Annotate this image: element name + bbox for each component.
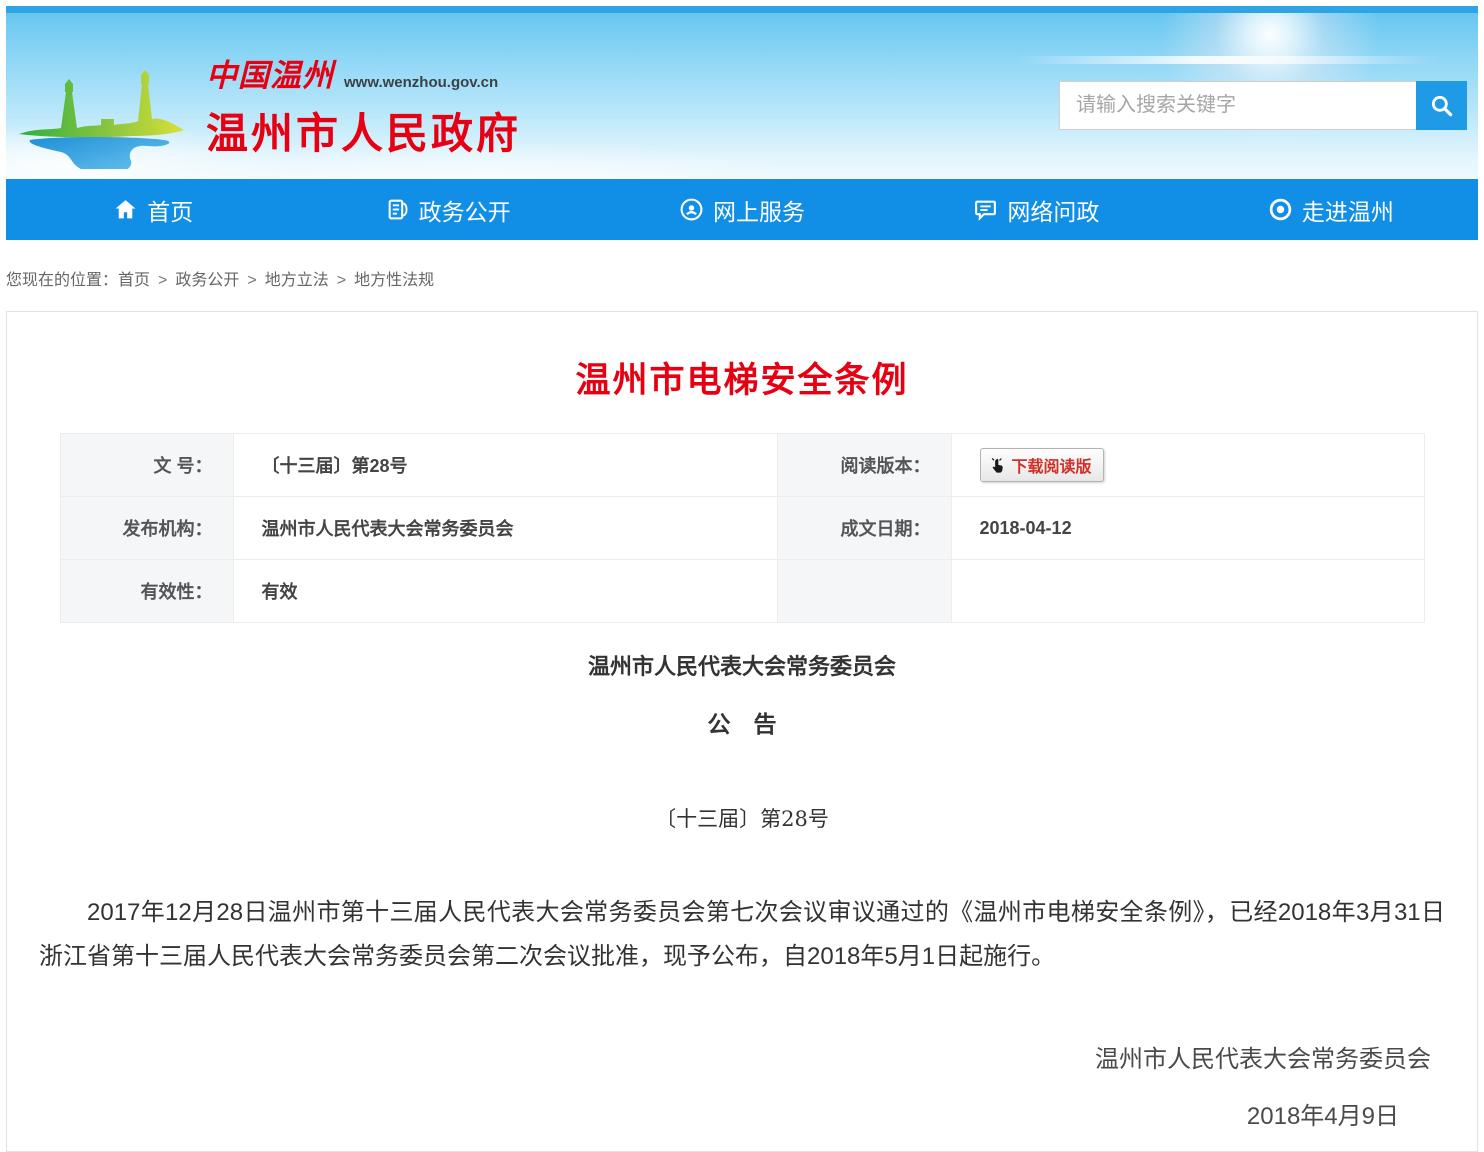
site-title: 温州市人民政府: [206, 100, 521, 161]
table-row: 文 号： 〔十三届〕第28号 阅读版本： 下载阅读版: [60, 434, 1424, 497]
breadcrumb-separator: >: [158, 272, 167, 289]
site-url: www.wenzhou.gov.cn: [344, 74, 498, 95]
document-icon: [385, 197, 410, 222]
breadcrumb-prefix: 您现在的位置：: [6, 272, 118, 289]
breadcrumb: 您现在的位置：首页 > 政务公开 > 地方立法 > 地方性法规: [6, 266, 1478, 290]
read-version-cell: 下载阅读版: [951, 434, 1424, 497]
read-version-label: 阅读版本：: [777, 434, 951, 497]
home-icon: [113, 197, 138, 222]
nav-item-online-service[interactable]: 网上服务: [595, 179, 889, 240]
nav-item-gov-info[interactable]: 政务公开: [300, 179, 594, 240]
wenzhou-landmark-logo-icon: [14, 34, 189, 169]
article-panel: 温州市电梯安全条例 文 号： 〔十三届〕第28号 阅读版本： 下载阅读版: [6, 311, 1478, 1152]
nav-label: 首页: [147, 193, 193, 227]
issue-date-label: 成文日期：: [777, 497, 951, 560]
hand-click-icon: [989, 457, 1006, 474]
nav-item-into-wenzhou[interactable]: 走进温州: [1184, 179, 1478, 240]
nav-item-home[interactable]: 首页: [6, 179, 300, 240]
bullseye-icon: [1268, 197, 1293, 222]
nav-label: 走进温州: [1302, 193, 1394, 227]
validity-value: 有效: [233, 560, 777, 623]
speech-bubble-icon: [973, 197, 998, 222]
page: 中国温州 www.wenzhou.gov.cn 温州市人民政府 首页: [0, 0, 1484, 1152]
breadcrumb-link-local-legislation[interactable]: 地方立法: [265, 272, 329, 289]
nav-label: 网络问政: [1007, 193, 1099, 227]
validity-label: 有效性：: [60, 560, 233, 623]
sun-flare-decoration: [1018, 56, 1438, 64]
search-button[interactable]: [1416, 81, 1467, 130]
issue-date-value: 2018-04-12: [951, 497, 1424, 560]
download-button-label: 下载阅读版: [1012, 453, 1092, 477]
signature-date: 2018年4月9日: [35, 1096, 1449, 1131]
nav-label: 网上服务: [713, 193, 805, 227]
breadcrumb-separator: >: [337, 272, 346, 289]
doc-number-label: 文 号：: [60, 434, 233, 497]
breadcrumb-link-gov-info[interactable]: 政务公开: [175, 272, 239, 289]
search-input[interactable]: [1059, 81, 1416, 130]
doc-number-value: 〔十三届〕第28号: [233, 434, 777, 497]
site-banner: 中国温州 www.wenzhou.gov.cn 温州市人民政府: [6, 6, 1478, 178]
breadcrumb-link-home[interactable]: 首页: [118, 272, 150, 289]
document-org-heading: 温州市人民代表大会常务委员会: [35, 649, 1449, 681]
page-title: 温州市电梯安全条例: [35, 352, 1449, 403]
issuer-value: 温州市人民代表大会常务委员会: [233, 497, 777, 560]
brand-calligraphy: 中国温州: [206, 50, 334, 95]
download-read-version-button[interactable]: 下载阅读版: [980, 448, 1104, 482]
search-icon: [1429, 93, 1455, 119]
breadcrumb-link-local-regulations[interactable]: 地方性法规: [354, 272, 434, 289]
document-meta-table: 文 号： 〔十三届〕第28号 阅读版本： 下载阅读版 发布机构： 温州市人民代表…: [60, 433, 1425, 623]
table-row: 有效性： 有效: [60, 560, 1424, 623]
document-notice-heading: 公 告: [35, 705, 1449, 739]
nav-item-ask-politics[interactable]: 网络问政: [889, 179, 1183, 240]
document-number-line: 〔十三届〕第28号: [35, 803, 1449, 833]
issuer-label: 发布机构：: [60, 497, 233, 560]
signature-org: 温州市人民代表大会常务委员会: [35, 1039, 1449, 1074]
nav-label: 政务公开: [419, 193, 511, 227]
search-box: [1059, 81, 1467, 130]
broadcast-icon: [679, 197, 704, 222]
empty-value-cell: [951, 560, 1424, 623]
top-strip: [6, 6, 1478, 13]
breadcrumb-separator: >: [247, 272, 256, 289]
empty-label-cell: [777, 560, 951, 623]
site-brand: 中国温州 www.wenzhou.gov.cn 温州市人民政府: [206, 50, 521, 161]
main-nav: 首页 政务公开 网上服务: [6, 179, 1478, 240]
table-row: 发布机构： 温州市人民代表大会常务委员会 成文日期： 2018-04-12: [60, 497, 1424, 560]
document-body-paragraph: 2017年12月28日温州市第十三届人民代表大会常务委员会第七次会议审议通过的《…: [35, 891, 1449, 979]
